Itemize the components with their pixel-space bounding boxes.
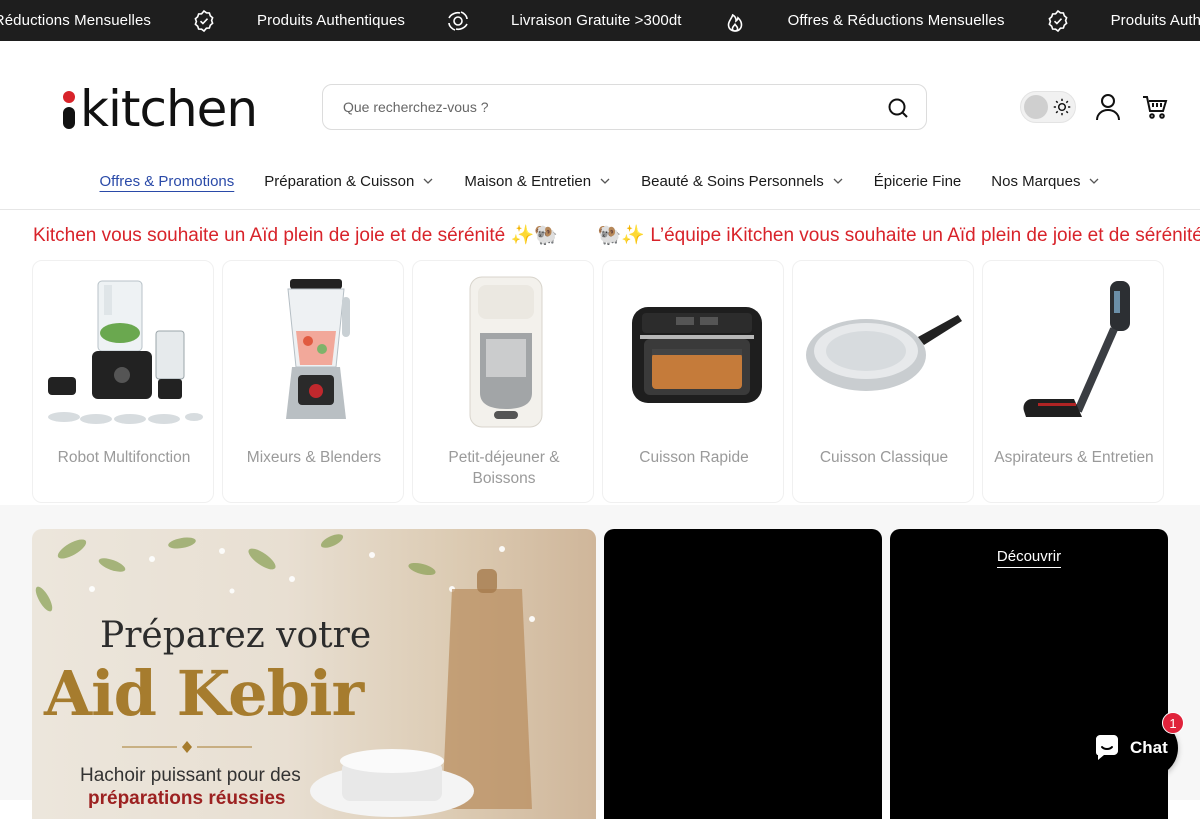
chat-bubble-icon: [1096, 735, 1118, 760]
search-bar: [322, 84, 927, 130]
category-card-aspirateurs[interactable]: Aspirateurs & Entretien: [982, 260, 1164, 503]
promo-banner-dark[interactable]: [604, 529, 882, 819]
marquee-track: Kitchen vous souhaite un Aïd plein de jo…: [0, 223, 1200, 247]
blender-image: [233, 271, 395, 431]
category-card-mixeurs[interactable]: Mixeurs & Blenders: [222, 260, 404, 503]
food-processor-image: [43, 271, 205, 431]
category-label: Cuisson Rapide: [639, 449, 749, 466]
discover-link[interactable]: Découvrir: [996, 548, 1062, 568]
logo-text: kitchen: [80, 80, 258, 138]
category-label: Petit-déjeuner & Boissons: [448, 449, 560, 487]
marquee-text: 🐏✨ L’équipe iKitchen vous souhaite un Aï…: [597, 225, 1200, 246]
search-input[interactable]: [343, 99, 863, 115]
announcement-item: Livraison Gratuite >300dt: [511, 8, 788, 34]
aid-kebir-banner[interactable]: Préparez votre Aid Kebir Hachoir puissan…: [32, 529, 596, 819]
banner-title-line2: Aid Kebir: [44, 657, 364, 730]
category-label: Cuisson Classique: [819, 449, 949, 466]
announcement-track: Offres & Réductions Mensuelles Produits …: [0, 0, 1200, 41]
chevron-down-icon: [600, 178, 610, 184]
category-card-cuisson-rapide[interactable]: Cuisson Rapide: [602, 260, 784, 503]
announcement-text: Produits Authentiques: [1110, 12, 1200, 29]
banner-subtitle-highlight: préparations réussies: [88, 788, 286, 809]
discover-link-wrap: Découvrir: [890, 548, 1168, 568]
category-label: Mixeurs & Blenders: [246, 449, 382, 466]
nav-label: Beauté & Soins Personnels: [641, 172, 824, 190]
banner-title-line1: Préparez votre: [100, 615, 372, 656]
site-logo[interactable]: kitchen: [62, 80, 258, 138]
logo-mark-icon: [62, 87, 76, 131]
category-card-petit-dejeuner[interactable]: Petit-déjeuner & Boissons: [412, 260, 594, 503]
chevron-down-icon: [1090, 178, 1099, 184]
badge-check-icon: [191, 8, 217, 34]
chat-label: Chat: [1130, 738, 1168, 757]
announcement-item: Offres & Réductions Mensuelles: [788, 8, 1111, 34]
announcement-item: Produits Authentiques: [257, 8, 511, 34]
logo-dot: [63, 91, 75, 103]
cart-icon[interactable]: [1141, 93, 1169, 121]
announcement-text: Offres & Réductions Mensuelles: [787, 12, 1005, 29]
banner-subtitle: Hachoir puissant pour des: [80, 765, 301, 786]
air-fryer-oven-image: [613, 271, 775, 431]
logo-stem: [63, 107, 75, 129]
nav-item-offres[interactable]: Offres & Promotions: [100, 173, 235, 190]
flame-icon: [722, 8, 748, 34]
sun-icon: [1051, 96, 1073, 118]
announcement-bar: Offres & Réductions Mensuelles Produits …: [0, 0, 1200, 41]
nav-label: Épicerie Fine: [873, 172, 962, 190]
theme-toggle-knob: [1024, 95, 1048, 119]
promo-banners: Préparez votre Aid Kebir Hachoir puissan…: [0, 505, 1200, 819]
nav-item-epicerie[interactable]: Épicerie Fine: [874, 173, 962, 190]
nav-item-beaute[interactable]: Beauté & Soins Personnels: [641, 173, 844, 190]
coffee-maker-image: [423, 271, 585, 431]
holiday-marquee: Kitchen vous souhaite un Aïd plein de jo…: [0, 210, 1200, 260]
category-grid: Robot Multifonction Mixeurs & Blenders P…: [0, 260, 1200, 505]
badge-check-icon: [1045, 8, 1071, 34]
marquee-text: Kitchen vous souhaite un Aïd plein de jo…: [33, 225, 558, 246]
category-label: Robot Multifonction: [57, 449, 191, 466]
nav-item-maison[interactable]: Maison & Entretien: [464, 173, 611, 190]
category-card-cuisson-classique[interactable]: Cuisson Classique: [792, 260, 974, 503]
nav-label: Maison & Entretien: [464, 172, 592, 190]
category-label: Aspirateurs & Entretien: [994, 449, 1154, 466]
announcement-text: Offres & Réductions Mensuelles: [0, 12, 151, 29]
nav-label: Offres & Promotions: [99, 172, 235, 190]
chevron-down-icon: [423, 178, 433, 184]
announcement-item: Offres & Réductions Mensuelles: [0, 8, 257, 34]
category-card-robot[interactable]: Robot Multifonction: [32, 260, 214, 503]
main-nav: Offres & Promotions Préparation & Cuisso…: [0, 169, 1200, 193]
stick-vacuum-image: [993, 271, 1155, 431]
nav-item-preparation[interactable]: Préparation & Cuisson: [264, 173, 434, 190]
announcement-text: Produits Authentiques: [257, 12, 406, 29]
announcement-item: Produits Authentiques: [1111, 12, 1200, 29]
account-icon[interactable]: [1095, 93, 1121, 121]
nav-item-marques[interactable]: Nos Marques: [991, 173, 1100, 190]
nav-label: Nos Marques: [991, 172, 1081, 190]
chat-notification-badge: 1: [1162, 712, 1184, 734]
nav-label: Préparation & Cuisson: [264, 172, 415, 190]
search-icon[interactable]: [886, 96, 910, 120]
authentic-seal-icon: [445, 8, 471, 34]
site-header: kitchen Offres & Promotions Préparation …: [0, 41, 1200, 210]
announcement-text: Livraison Gratuite >300dt: [511, 12, 682, 29]
ornament-divider-icon: [122, 741, 252, 753]
chevron-down-icon: [833, 178, 843, 184]
frying-pan-image: [803, 271, 965, 431]
theme-toggle[interactable]: [1020, 91, 1076, 123]
